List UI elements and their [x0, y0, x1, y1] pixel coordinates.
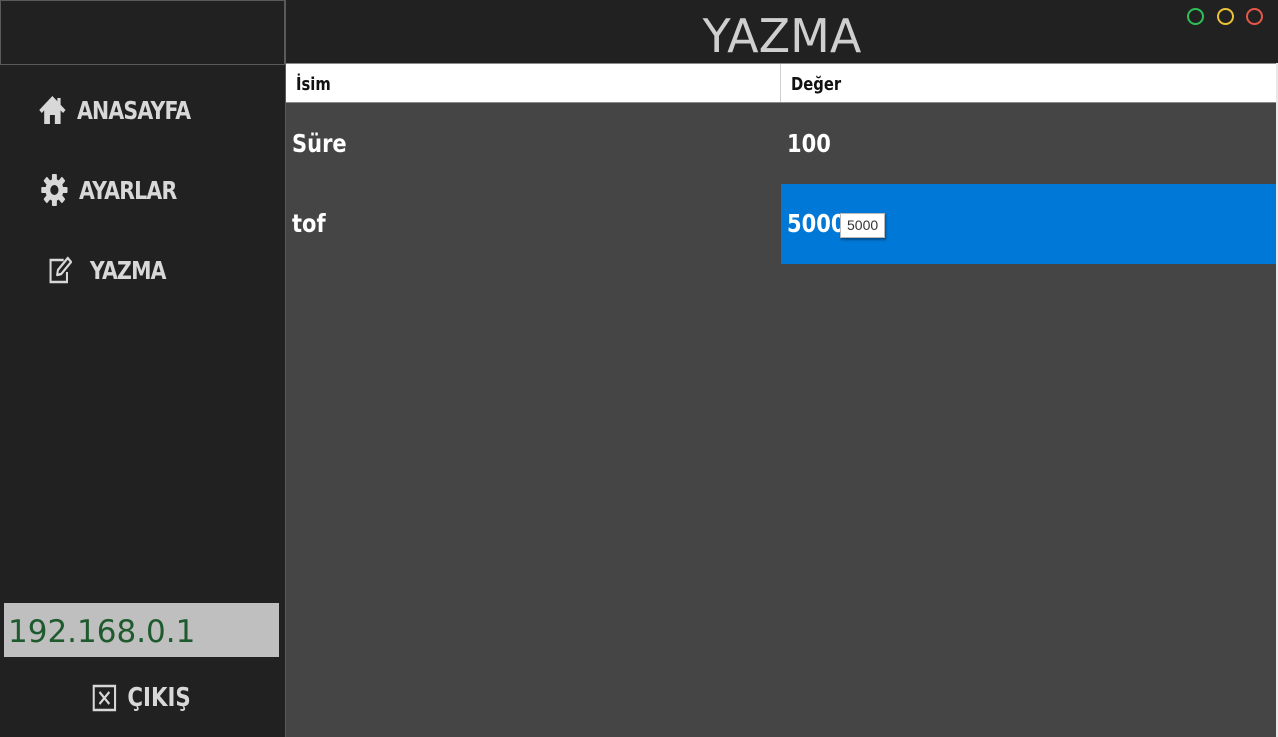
sidebar-item-home[interactable]: ANASAYFA — [36, 92, 191, 128]
column-header-name[interactable]: İsim — [296, 64, 331, 102]
gear-icon — [38, 172, 71, 208]
sidebar-item-label: ANASAYFA — [77, 95, 191, 125]
sidebar: ANASAYFA AYARLAR YAZMA 192.168.0.1 ÇIKIŞ — [0, 0, 285, 737]
sidebar-item-settings[interactable]: AYARLAR — [38, 172, 177, 208]
table-row[interactable]: Süre 100 — [286, 104, 1277, 184]
exit-label: ÇIKIŞ — [127, 683, 191, 713]
edit-icon — [44, 252, 77, 288]
exit-button[interactable]: ÇIKIŞ — [88, 680, 191, 716]
table-row[interactable]: tof 5000 5000 — [286, 184, 1277, 264]
cell-name[interactable]: tof — [292, 184, 780, 264]
value-tooltip: 5000 — [840, 213, 886, 238]
column-divider[interactable] — [780, 64, 781, 102]
home-icon — [36, 92, 69, 128]
ip-address-field[interactable]: 192.168.0.1 — [4, 603, 279, 657]
grid-header: İsim Değer — [286, 63, 1277, 103]
minimize-button[interactable] — [1217, 8, 1234, 25]
header: YAZMA — [285, 0, 1278, 63]
page-title: YAZMA — [702, 9, 862, 63]
sidebar-item-label: YAZMA — [89, 255, 167, 285]
cell-name[interactable]: Süre — [292, 104, 780, 184]
sidebar-item-write[interactable]: YAZMA — [44, 252, 167, 288]
column-header-value[interactable]: Değer — [791, 64, 841, 102]
app-window: ANASAYFA AYARLAR YAZMA 192.168.0.1 ÇIKIŞ… — [0, 0, 1278, 737]
logo-area — [0, 0, 285, 65]
cell-value[interactable]: 100 — [781, 104, 1277, 184]
close-button[interactable] — [1246, 8, 1263, 25]
sidebar-item-label: AYARLAR — [79, 175, 177, 205]
close-box-icon — [88, 680, 121, 716]
data-grid: İsim Değer Süre 100 tof 5000 5000 — [285, 63, 1277, 737]
maximize-button[interactable] — [1187, 8, 1204, 25]
